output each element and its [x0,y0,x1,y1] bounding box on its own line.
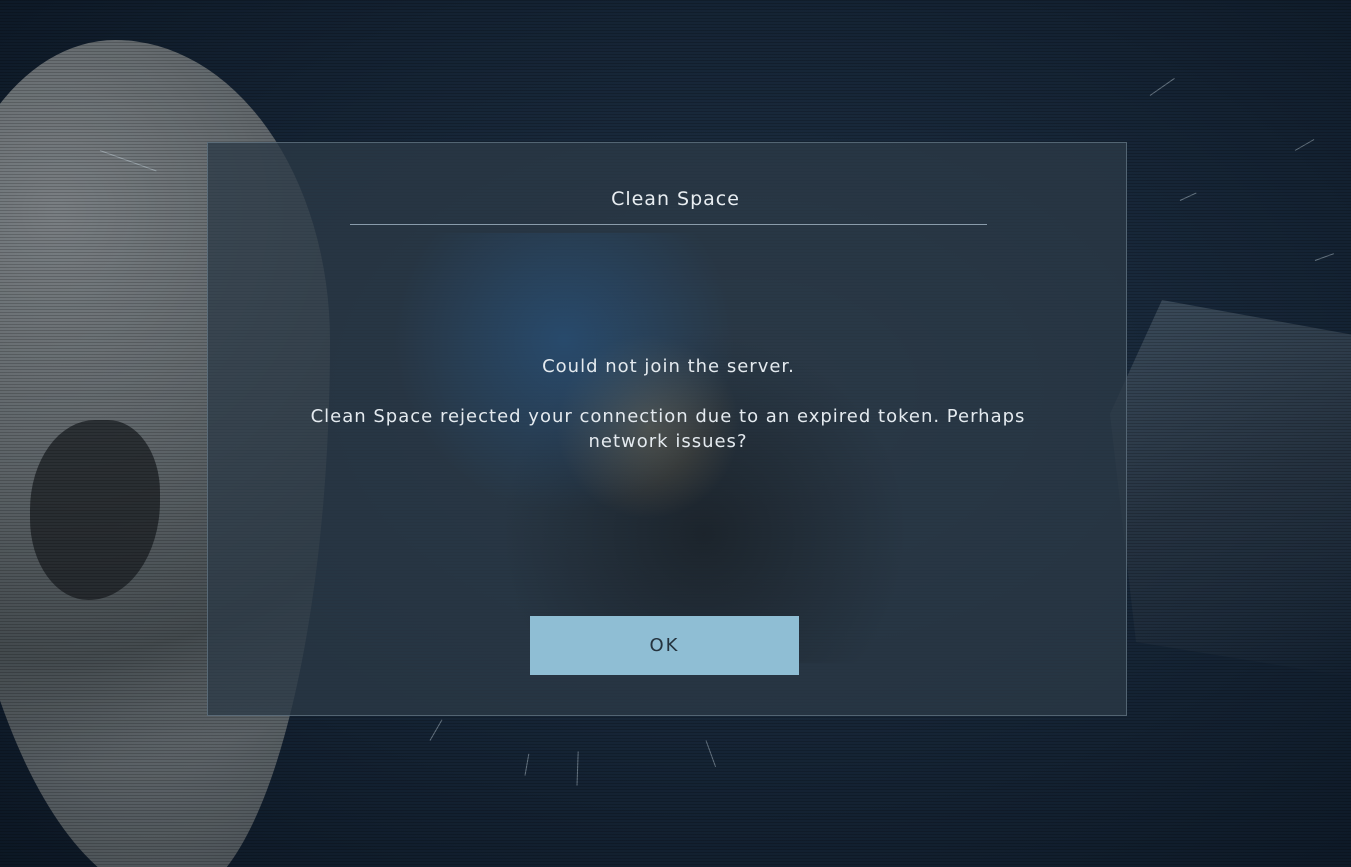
title-divider [350,224,987,225]
error-detail: Clean Space rejected your connection due… [310,406,1026,452]
debris-streak [524,753,530,776]
debris-streak [1294,139,1315,151]
dialog-title: Clean Space [611,188,740,210]
debris-streak [429,719,443,741]
debris-streak [576,751,579,786]
ok-button[interactable]: OK [530,616,799,675]
error-message: Could not join the server. [542,356,795,377]
debris-streak [1149,77,1175,96]
debris-streak [705,740,717,767]
debris-streak [1314,253,1334,261]
